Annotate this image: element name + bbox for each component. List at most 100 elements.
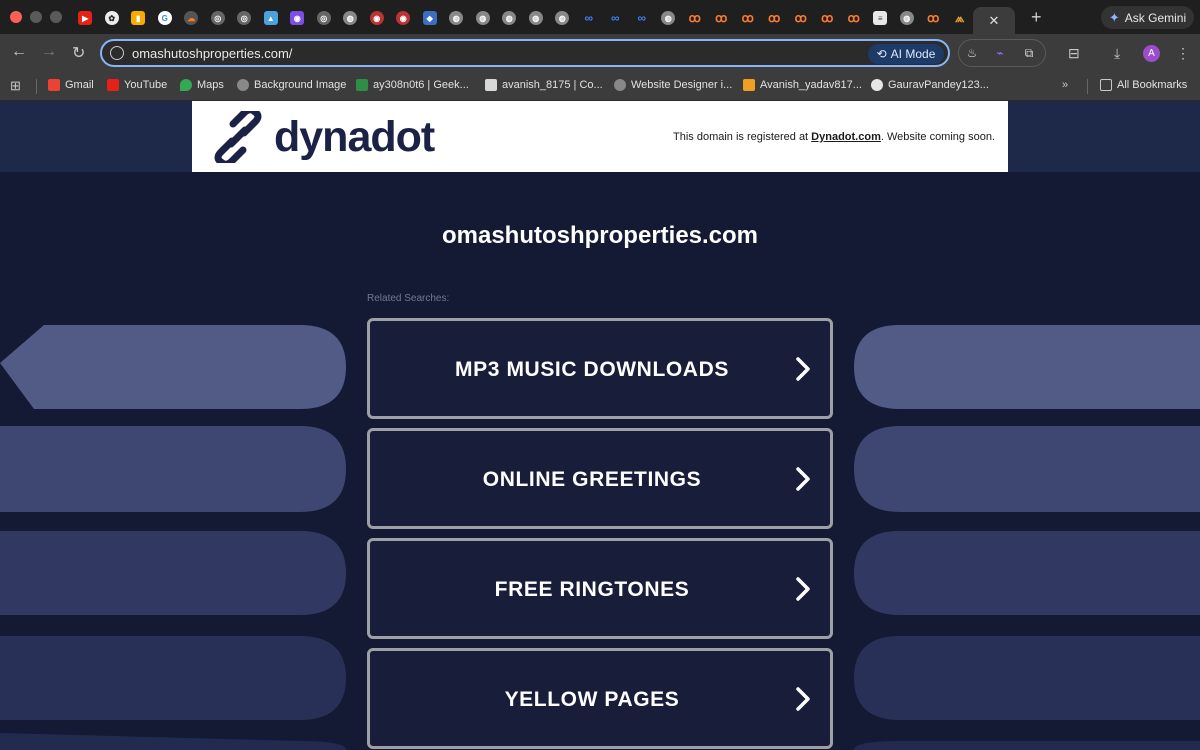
tab[interactable]: ▶ xyxy=(72,6,99,30)
bookmark-label: YouTube xyxy=(124,79,168,91)
extension-icon[interactable]: ⌁ xyxy=(993,46,1007,60)
tab[interactable]: ▮ xyxy=(125,6,152,30)
tab[interactable]: ≡ xyxy=(867,6,894,30)
active-tab[interactable]: ✕ xyxy=(973,7,1015,35)
ai-mode-button[interactable]: ⟲ AI Mode xyxy=(868,44,944,64)
tab[interactable]: ꝏ xyxy=(788,6,815,30)
brand-wordmark[interactable]: dynadot xyxy=(274,113,435,162)
site-info-icon[interactable] xyxy=(110,46,124,60)
globe-icon: ◍ xyxy=(449,11,464,25)
search-link-online-greetings[interactable]: ONLINE GREETINGS xyxy=(367,428,833,529)
bookmark-website-designer[interactable]: Website Designer i... xyxy=(614,79,732,91)
tab[interactable]: ◍ xyxy=(523,6,550,30)
bookmark-youtube[interactable]: YouTube xyxy=(107,79,167,91)
link-icon: ꝏ xyxy=(688,11,701,25)
tab[interactable]: ◍ xyxy=(655,6,682,30)
app-icon: ▲ xyxy=(263,11,278,25)
all-bookmarks-label: All Bookmarks xyxy=(1117,79,1188,91)
bookmark-label: Background Image xyxy=(254,79,347,91)
tab[interactable]: ꝏ xyxy=(708,6,735,30)
tab[interactable]: ∞ xyxy=(602,6,629,30)
bookmark-leetcode[interactable]: Avanish_yadav817... xyxy=(743,79,862,91)
search-link-label: YELLOW PAGES xyxy=(504,688,680,711)
window-minimize-button[interactable] xyxy=(30,11,42,23)
close-icon[interactable]: ✕ xyxy=(989,13,1000,29)
tab[interactable]: ꝏ xyxy=(920,6,947,30)
new-tab-button[interactable]: + xyxy=(1031,7,1042,28)
bookmark-codechef[interactable]: avanish_8175 | Co... xyxy=(485,79,603,91)
bookmark-github[interactable]: GauravPandey123... xyxy=(871,79,989,91)
gemini-icon: ✦ xyxy=(1108,9,1120,25)
globe-icon: ◍ xyxy=(528,11,543,25)
bookmark-background-image[interactable]: Background Image xyxy=(237,79,346,91)
tab[interactable]: ◍ xyxy=(894,6,921,30)
link-icon: ꝏ xyxy=(768,11,781,25)
tab[interactable]: ◍ xyxy=(337,6,364,30)
bookmark-geeksforgeeks[interactable]: ay308n0t6 | Geek... xyxy=(356,79,469,91)
analytics-icon: ▮ xyxy=(131,11,146,25)
app-icon: ◉ xyxy=(290,11,305,25)
address-bar[interactable]: omashutoshproperties.com/ ⟲ AI Mode xyxy=(100,39,950,67)
tab[interactable]: ꝏ xyxy=(814,6,841,30)
chevron-right-icon xyxy=(796,467,810,491)
tab[interactable]: ☁ xyxy=(178,6,205,30)
apps-grid-icon[interactable]: ⊞ xyxy=(10,78,21,94)
all-bookmarks-button[interactable]: All Bookmarks xyxy=(1100,79,1187,91)
ai-mode-icon: ⟲ xyxy=(876,47,887,61)
tab[interactable]: ✿ xyxy=(99,6,126,30)
search-link-free-ringtones[interactable]: FREE RINGTONES xyxy=(367,538,833,639)
reload-icon[interactable]: ↻ xyxy=(72,43,85,63)
flame-extension-icon[interactable]: ♨ xyxy=(965,46,979,60)
tab[interactable]: ꝏ xyxy=(682,6,709,30)
url-text[interactable]: omashutoshproperties.com/ xyxy=(132,46,292,61)
search-link-mp3-music-downloads[interactable]: MP3 MUSIC DOWNLOADS xyxy=(367,318,833,419)
tab[interactable]: ◎ xyxy=(231,6,258,30)
tab[interactable]: ◉ xyxy=(284,6,311,30)
tab[interactable]: ◉ xyxy=(390,6,417,30)
cube-icon: ◆ xyxy=(422,11,437,25)
tab[interactable]: ꝏ xyxy=(761,6,788,30)
window-close-button[interactable] xyxy=(10,11,22,23)
google-icon: G xyxy=(157,11,172,25)
more-bookmarks-icon[interactable]: » xyxy=(1062,79,1068,91)
globe-icon: ◍ xyxy=(475,11,490,25)
download-icon[interactable]: ⤓ xyxy=(1114,45,1120,62)
globe-icon: ◎ xyxy=(316,11,331,25)
dynadot-link[interactable]: Dynadot.com xyxy=(811,131,881,143)
tab[interactable]: ◍ xyxy=(443,6,470,30)
forward-arrow-icon[interactable]: → xyxy=(41,43,57,61)
bookmark-label: Website Designer i... xyxy=(631,79,733,91)
search-link-yellow-pages[interactable]: YELLOW PAGES xyxy=(367,648,833,749)
window-maximize-button[interactable] xyxy=(50,11,62,23)
back-arrow-icon[interactable]: ← xyxy=(11,43,27,61)
tab[interactable]: ▲ xyxy=(258,6,285,30)
tab[interactable]: ◍ xyxy=(470,6,497,30)
tab[interactable]: ꝏ xyxy=(735,6,762,30)
avatar[interactable]: A xyxy=(1143,45,1160,62)
tab-strip: ▶ ✿ ▮ G ☁ ◎ ◎ ▲ ◉ ◎ ◍ ◉ ◉ ◆ ◍ ◍ ◍ ◍ ◍ ∞ … xyxy=(0,0,1200,35)
globe-icon: ◍ xyxy=(661,11,676,25)
menu-icon[interactable]: ⋮ xyxy=(1176,45,1190,62)
bookmark-maps[interactable]: Maps xyxy=(180,79,224,91)
tab-row: ▶ ✿ ▮ G ☁ ◎ ◎ ▲ ◉ ◎ ◍ ◉ ◉ ◆ ◍ ◍ ◍ ◍ ◍ ∞ … xyxy=(72,6,1015,35)
tab[interactable]: G xyxy=(152,6,179,30)
tab[interactable]: ◎ xyxy=(205,6,232,30)
tab[interactable]: ∞ xyxy=(576,6,603,30)
tab[interactable]: ◆ xyxy=(417,6,444,30)
tab[interactable]: ꝏ xyxy=(841,6,868,30)
ask-gemini-button[interactable]: ✦ Ask Gemini xyxy=(1101,6,1194,29)
tab[interactable]: ◉ xyxy=(364,6,391,30)
search-link-label: ONLINE GREETINGS xyxy=(482,468,702,491)
tab[interactable]: ∞ xyxy=(629,6,656,30)
tab[interactable]: ◍ xyxy=(496,6,523,30)
tab[interactable]: ◍ xyxy=(549,6,576,30)
globe-icon xyxy=(237,79,249,91)
tab[interactable]: ⩕ xyxy=(947,6,974,30)
puzzle-icon[interactable]: ⧉ xyxy=(1022,46,1036,60)
tab[interactable]: ◎ xyxy=(311,6,338,30)
dynadot-logo-icon[interactable] xyxy=(212,111,264,163)
registration-notice: This domain is registered at Dynadot.com… xyxy=(673,131,995,143)
bookmark-gmail[interactable]: Gmail xyxy=(48,79,94,91)
tab-search-icon[interactable]: ⊟ xyxy=(1068,45,1080,62)
link-icon: ꝏ xyxy=(847,11,860,25)
